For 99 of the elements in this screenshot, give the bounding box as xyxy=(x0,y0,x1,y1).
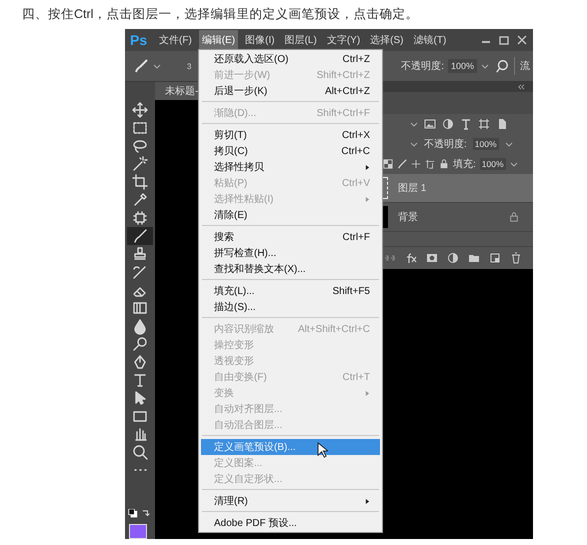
flow-label: 流 xyxy=(520,60,530,73)
caret-icon[interactable] xyxy=(410,140,418,148)
shortcut-text: Shift+Ctrl+F xyxy=(316,108,370,118)
menu-item[interactable]: 文字(Y) xyxy=(324,30,364,50)
layer-name: 图层 1 xyxy=(398,182,428,195)
menu-option[interactable]: Adobe PDF 预设... xyxy=(199,515,382,531)
opacity-field[interactable]: 100% xyxy=(448,59,477,73)
shortcut-text: Shift+F5 xyxy=(332,286,370,296)
layer-opacity-label: 不透明度: xyxy=(424,138,467,151)
brush-icon[interactable] xyxy=(133,58,149,74)
option-label: 自动对齐图层... xyxy=(214,402,282,416)
option-label: 自动混合图层... xyxy=(214,419,282,432)
option-label: 清除(E) xyxy=(214,208,248,222)
layer-row[interactable]: 图层 1 xyxy=(380,174,533,203)
menu-option[interactable]: 拷贝(C) Ctrl+C xyxy=(199,143,382,159)
option-label: 选择性粘贴(I) xyxy=(214,192,274,206)
menu-option[interactable]: 描边(S)... xyxy=(199,299,382,315)
shortcut-text: Ctrl+Z xyxy=(342,54,370,64)
shape-filter-icon[interactable] xyxy=(478,118,490,130)
move-icon[interactable] xyxy=(411,159,421,169)
menu-option[interactable]: 清理(R) xyxy=(199,493,382,509)
lock-icon[interactable] xyxy=(439,159,449,169)
menu-item[interactable]: 选择(S) xyxy=(367,30,406,50)
option-label: 拷贝(C) xyxy=(214,145,248,158)
adjustment-icon[interactable] xyxy=(447,252,459,264)
option-label: 定义画笔预设(B)... xyxy=(214,440,296,454)
shortcut-text: Alt+Shift+Ctrl+C xyxy=(298,324,370,334)
option-label: 后退一步(K) xyxy=(214,84,268,98)
fx-icon[interactable] xyxy=(405,252,417,264)
caret-icon[interactable] xyxy=(510,160,518,168)
menu-option[interactable]: 查找和替换文本(X)... xyxy=(199,261,382,277)
option-label: 填充(L)... xyxy=(214,284,255,298)
artboard-icon[interactable] xyxy=(425,159,435,169)
option-label: 选择性拷贝 xyxy=(214,160,264,174)
menu-option[interactable]: 清除(E) xyxy=(199,207,382,223)
brush-icon[interactable] xyxy=(127,226,153,245)
trash-icon[interactable] xyxy=(510,252,522,264)
option-label: 操控变形 xyxy=(214,338,254,352)
document-icon[interactable] xyxy=(496,118,508,130)
menu-option[interactable]: 剪切(T) Ctrl+X xyxy=(199,127,382,143)
shortcut-text: Ctrl+V xyxy=(342,178,370,188)
option-label: 自由变换(F) xyxy=(214,370,267,384)
menu-item[interactable]: 编辑(E) xyxy=(198,30,238,50)
lock-transparency-icon[interactable] xyxy=(383,159,393,169)
option-label: 变换 xyxy=(214,386,234,400)
shortcut-text: Shift+Ctrl+Z xyxy=(316,70,370,80)
opacity-label: 不透明度: xyxy=(401,60,444,73)
menu-option[interactable]: 搜索 Ctrl+F xyxy=(199,229,382,245)
brush-icon[interactable] xyxy=(397,159,407,169)
option-label: 清理(R) xyxy=(214,494,248,508)
app-logo: Ps xyxy=(130,32,148,48)
close-icon[interactable] xyxy=(515,33,529,47)
type-filter-icon[interactable] xyxy=(460,118,472,130)
image-filter-icon[interactable] xyxy=(424,118,436,130)
caret-icon[interactable] xyxy=(153,62,161,70)
option-label: 搜索 xyxy=(214,230,234,244)
shortcut-text: Ctrl+X xyxy=(342,130,370,140)
folder-icon[interactable] xyxy=(468,252,480,264)
menu-option[interactable]: 选择性拷贝 xyxy=(199,159,382,175)
menu-item[interactable]: 滤镜(T) xyxy=(410,30,450,50)
menu-option[interactable]: 拼写检查(H)... xyxy=(199,245,382,261)
option-label: 查找和替换文本(X)... xyxy=(214,262,306,276)
layer-opacity-field[interactable]: 100% xyxy=(472,138,499,150)
shortcut-text: Ctrl+F xyxy=(342,232,370,242)
fill-label: 填充: xyxy=(453,158,476,171)
option-label: 剪切(T) xyxy=(214,128,247,142)
caret-icon[interactable] xyxy=(410,120,418,128)
menu-item[interactable]: 图层(L) xyxy=(282,30,320,50)
option-label: 定义自定形状... xyxy=(214,472,282,486)
collapse-icon[interactable] xyxy=(517,84,525,90)
brush-size[interactable]: 3 xyxy=(187,62,192,70)
shortcut-text: Alt+Ctrl+Z xyxy=(324,86,370,96)
half-circle-icon[interactable] xyxy=(442,118,454,130)
mask-icon[interactable] xyxy=(426,252,438,264)
mouse-cursor-icon xyxy=(317,442,328,458)
fill-field[interactable]: 100% xyxy=(480,158,506,170)
shortcut-text: Ctrl+T xyxy=(342,372,370,382)
option-label: 透视变形 xyxy=(214,354,254,368)
new-layer-icon[interactable] xyxy=(489,252,501,264)
option-label: 描边(S)... xyxy=(214,300,256,314)
option-label: 还原载入选区(O) xyxy=(214,52,288,66)
caret-icon[interactable] xyxy=(504,140,513,148)
menu-item[interactable]: 文件(F) xyxy=(156,30,195,50)
menu-option[interactable]: 还原载入选区(O) Ctrl+Z xyxy=(199,51,382,67)
menu-item[interactable]: 图像(I) xyxy=(242,30,278,50)
foreground-color-swatch[interactable] xyxy=(129,524,147,539)
option-label: Adobe PDF 预设... xyxy=(214,517,297,530)
option-label: 前进一步(W) xyxy=(214,68,270,82)
option-label: 定义图案... xyxy=(214,456,262,470)
shortcut-text: Ctrl+C xyxy=(341,146,370,156)
layer-name: 背景 xyxy=(398,210,419,224)
search-icon[interactable] xyxy=(495,59,509,73)
option-label: 渐隐(D)... xyxy=(214,107,256,120)
option-label: 内容识别缩放 xyxy=(214,322,274,336)
caret-icon[interactable] xyxy=(481,62,489,70)
option-label: 拼写检查(H)... xyxy=(214,246,276,260)
option-label: 粘贴(P) xyxy=(214,176,248,190)
menu-option[interactable]: 填充(L)... Shift+F5 xyxy=(199,283,382,299)
instruction-text: 四、按住Ctrl，点击图层一，选择编辑里的定义画笔预设，点击确定。 xyxy=(21,6,420,23)
